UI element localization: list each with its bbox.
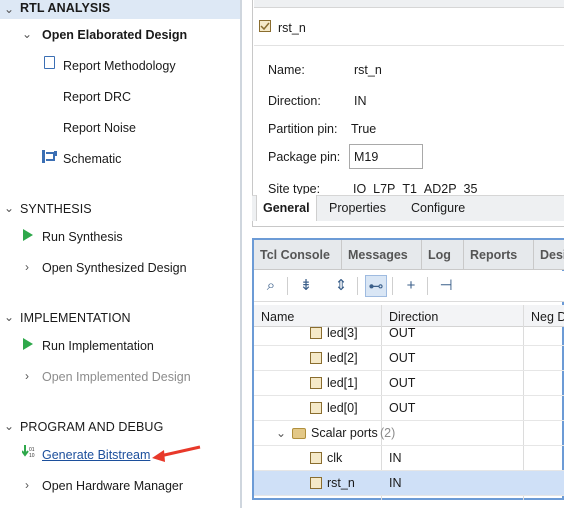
direction-label: Direction: (268, 94, 321, 108)
port-icon (310, 327, 322, 339)
open-elaborated-design[interactable]: Open Elaborated Design (42, 28, 187, 42)
table-row[interactable] (254, 446, 564, 471)
partition-pin-label: Partition pin: (268, 122, 338, 136)
port-name: led[3] (327, 326, 358, 340)
collapse-all-icon[interactable]: ⇟ (295, 275, 317, 297)
port-icon (310, 352, 322, 364)
toolbar-separator (392, 277, 393, 295)
group-count: (2) (380, 426, 396, 440)
tab-log[interactable]: Log (422, 240, 464, 270)
port-name: clk (327, 451, 343, 465)
open-synthesized-design[interactable]: Open Synthesized Design (42, 261, 187, 275)
port-direction: OUT (389, 326, 416, 340)
schematic-icon[interactable]: ⊣ (435, 275, 457, 297)
site-type-row: Site type: IO_L7P_T1_AD2P_35 (254, 178, 554, 194)
site-type-label: Site type: (268, 182, 321, 194)
properties-top-strip (254, 0, 564, 8)
bitstream-icon: 01 10 (21, 445, 36, 459)
package-pin-value[interactable]: M19 (354, 150, 378, 164)
run-implementation-icon[interactable] (23, 338, 33, 350)
package-pin-label: Package pin: (268, 150, 341, 164)
port-direction: OUT (389, 376, 416, 390)
annotation-arrow (152, 445, 201, 462)
port-name: led[2] (327, 351, 358, 365)
divider (254, 45, 564, 46)
name-label: Name: (268, 63, 305, 77)
panel-divider[interactable] (240, 0, 242, 508)
toolbar-separator (287, 277, 288, 295)
schematic-icon (42, 150, 57, 163)
toolbar-separator (427, 277, 428, 295)
direction-value: IN (354, 94, 367, 108)
name-value: rst_n (354, 63, 382, 77)
program-debug-header[interactable]: PROGRAM AND DEBUG (20, 420, 163, 434)
report-drc[interactable]: Report DRC (63, 90, 131, 104)
port-icon (259, 20, 271, 32)
expand-all-icon[interactable]: ⇕ (330, 275, 352, 297)
port-name: led[1] (327, 376, 358, 390)
port-name: led[0] (327, 401, 358, 415)
add-icon[interactable]: + (400, 275, 422, 297)
run-synthesis[interactable]: Run Synthesis (42, 230, 123, 244)
synthesis-header[interactable]: SYNTHESIS (20, 202, 92, 216)
tab-general[interactable]: General (256, 195, 317, 221)
chevron-down-icon[interactable]: ⌄ (4, 310, 14, 324)
schematic[interactable]: Schematic (63, 152, 121, 166)
chevron-down-icon[interactable]: ⌄ (276, 426, 286, 440)
port-icon (310, 452, 322, 464)
toolbar-separator (357, 277, 358, 295)
tab-reports[interactable]: Reports (464, 240, 534, 270)
rtl-analysis-header[interactable]: RTL ANALYSIS (20, 1, 110, 15)
report-noise[interactable]: Report Noise (63, 121, 136, 135)
port-direction: OUT (389, 401, 416, 415)
svg-text:10: 10 (29, 453, 35, 459)
tab-design[interactable]: Desi (534, 240, 564, 270)
table-row-selected[interactable] (254, 471, 564, 496)
port-direction: IN (389, 451, 402, 465)
chevron-down-icon[interactable]: ⌄ (22, 27, 32, 41)
implementation-header[interactable]: IMPLEMENTATION (20, 311, 131, 325)
folder-icon (292, 428, 306, 439)
chevron-down-icon[interactable]: ⌄ (4, 201, 14, 215)
generate-bitstream-link[interactable]: Generate Bitstream (42, 448, 150, 462)
report-methodology[interactable]: Report Methodology (63, 59, 176, 73)
clipboard-icon (44, 56, 55, 69)
port-direction: OUT (389, 351, 416, 365)
tab-properties[interactable]: Properties (323, 195, 392, 221)
chevron-down-icon[interactable]: ⌄ (4, 419, 14, 433)
flow-navigator: ⌄ RTL ANALYSIS ⌄ Open Elaborated Design … (0, 0, 241, 508)
site-type-value: IO_L7P_T1_AD2P_35 (353, 182, 478, 194)
group-name: Scalar ports (311, 426, 378, 440)
package-pin-field[interactable]: M19 (349, 144, 423, 169)
properties-object-name: rst_n (278, 21, 306, 35)
port-name: rst_n (327, 476, 355, 490)
open-implemented-design: Open Implemented Design (42, 370, 191, 384)
open-hardware-manager[interactable]: Open Hardware Manager (42, 479, 183, 493)
partition-pin-value: True (351, 122, 377, 136)
search-icon[interactable]: ⌕ (260, 275, 282, 297)
tab-tcl-console[interactable]: Tcl Console (254, 240, 342, 270)
port-direction: IN (389, 476, 402, 490)
chevron-right-icon[interactable]: › (25, 260, 29, 274)
port-icon (310, 402, 322, 414)
tab-configure[interactable]: Configure (405, 195, 471, 221)
group-by-icon[interactable]: ⊷ (365, 275, 387, 297)
chevron-right-icon: › (25, 369, 29, 383)
port-icon (310, 377, 322, 389)
chevron-down-icon[interactable]: ⌄ (4, 2, 14, 16)
tab-messages[interactable]: Messages (342, 240, 422, 270)
run-implementation[interactable]: Run Implementation (42, 339, 154, 353)
run-synthesis-icon[interactable] (23, 229, 33, 241)
port-icon (310, 477, 322, 489)
chevron-right-icon[interactable]: › (25, 478, 29, 492)
